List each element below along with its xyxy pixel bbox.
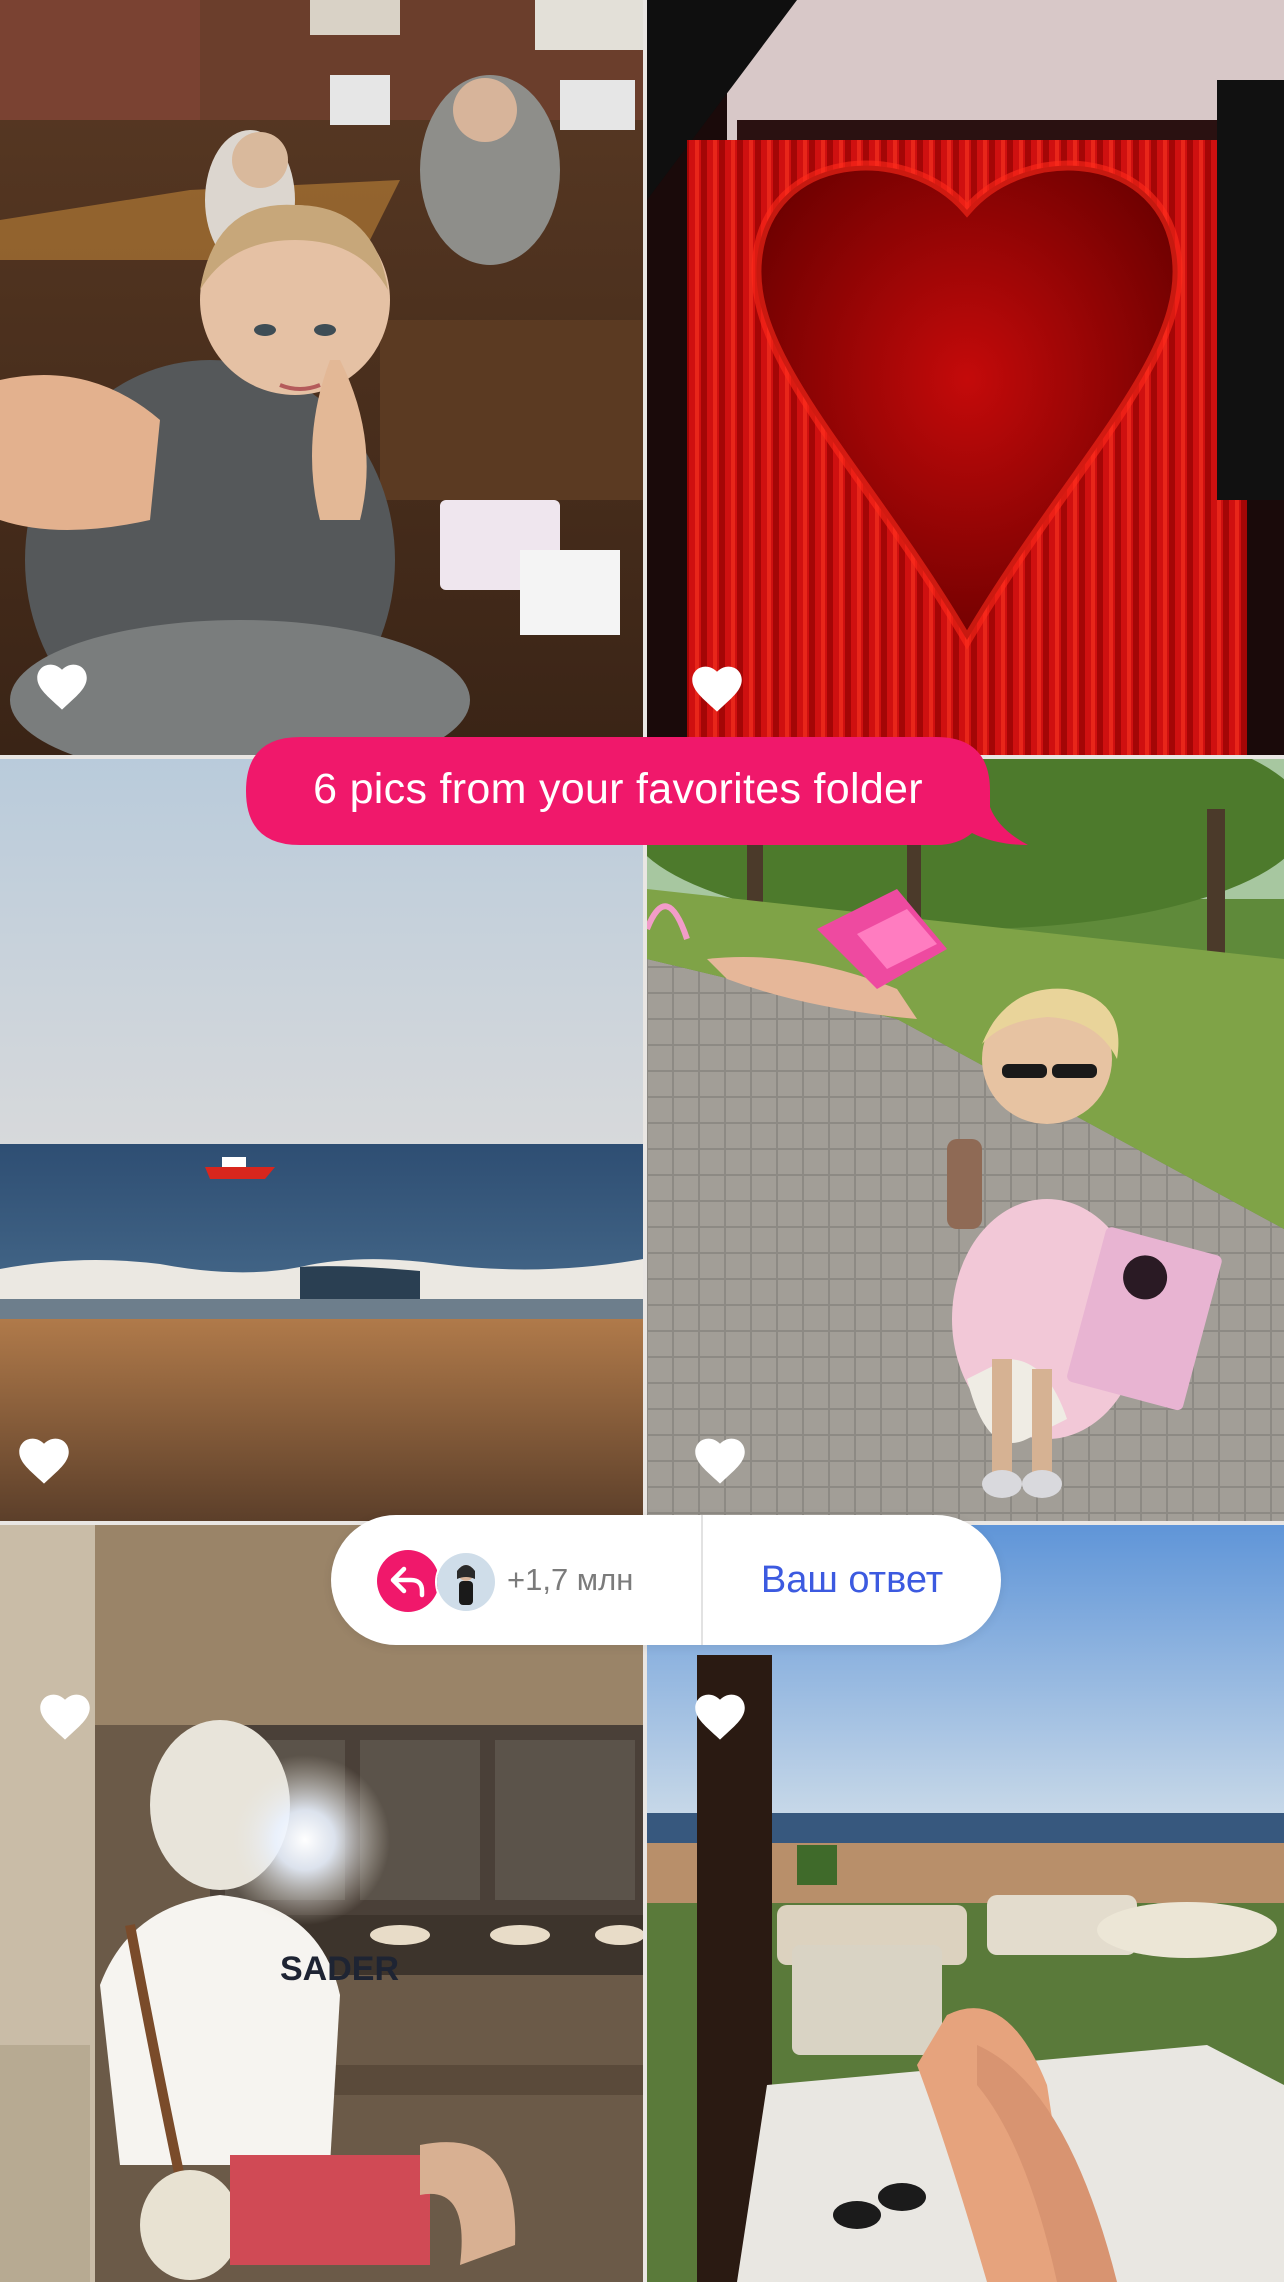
photo-selfie-studio-image: [0, 0, 643, 755]
avatar: [435, 1551, 497, 1613]
like-heart-icon[interactable]: [17, 1435, 71, 1485]
photo-selfie-studio[interactable]: [0, 0, 643, 755]
photo-park-drink[interactable]: [647, 759, 1284, 1521]
like-heart-icon[interactable]: [693, 1435, 747, 1485]
like-heart-icon[interactable]: [693, 1691, 747, 1741]
replies-count: +1,7 млн: [507, 1562, 634, 1597]
your-answer-button[interactable]: Ваш ответ: [703, 1515, 1001, 1645]
caption-bubble: 6 pics from your favorites folder: [246, 737, 1028, 845]
like-heart-icon[interactable]: [35, 661, 89, 711]
reply-bar: +1,7 млн Ваш ответ: [331, 1515, 1001, 1645]
photo-sea-beach[interactable]: [0, 759, 643, 1521]
photo-heart-curtain[interactable]: [647, 0, 1284, 755]
photo-sea-beach-image: [0, 759, 643, 1521]
photo-park-drink-image: [647, 759, 1284, 1521]
like-heart-icon[interactable]: [38, 1691, 92, 1741]
svg-text:SADER: SADER: [280, 1950, 399, 1988]
like-heart-icon[interactable]: [690, 663, 744, 713]
photo-heart-curtain-image: [647, 0, 1284, 755]
reply-arrow-icon[interactable]: [377, 1550, 439, 1612]
caption-text: 6 pics from your favorites folder: [313, 765, 923, 813]
photo-grid: SADER: [0, 0, 1284, 2282]
